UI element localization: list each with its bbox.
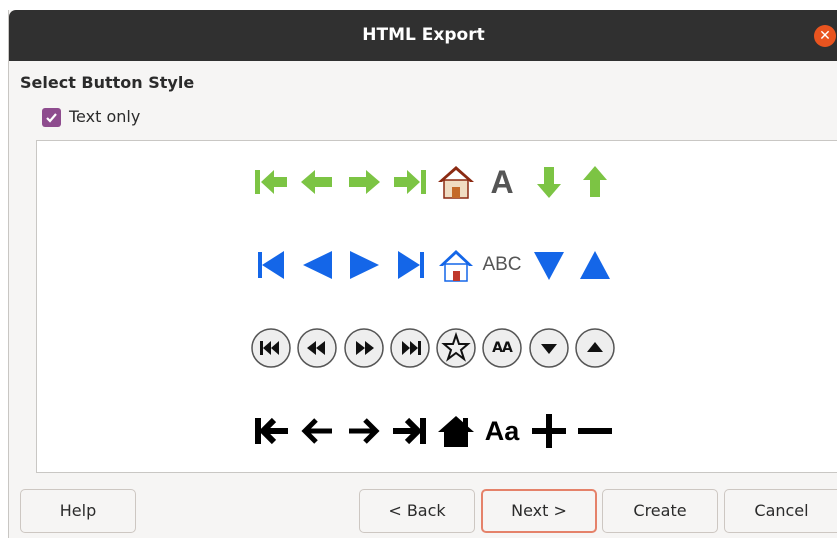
window-title: HTML Export xyxy=(362,25,485,45)
html-export-dialog: HTML Export ✕ Select Button Style Text o… xyxy=(8,10,837,538)
home-icon xyxy=(439,250,473,282)
first-page-icon xyxy=(255,417,288,445)
style-option-round-buttons[interactable]: AA xyxy=(250,327,630,369)
previous-page-icon xyxy=(301,418,332,444)
first-page-icon xyxy=(258,251,284,279)
close-button[interactable]: ✕ xyxy=(814,25,836,47)
text-icon: AA xyxy=(481,327,523,369)
style-option-black-arrows[interactable]: Aa xyxy=(250,410,630,452)
text-icon: ABC xyxy=(482,254,522,275)
next-page-icon xyxy=(349,170,380,194)
checkmark-icon xyxy=(46,113,57,123)
section-title: Select Button Style xyxy=(20,73,195,92)
next-button[interactable]: Next > xyxy=(481,489,597,533)
style-option-green-arrows[interactable]: A xyxy=(250,161,630,203)
title-bar[interactable]: HTML Export ✕ xyxy=(9,10,837,61)
previous-page-icon xyxy=(301,170,332,194)
home-icon xyxy=(438,416,474,447)
move-down-icon xyxy=(534,252,564,280)
text-icon: Aa xyxy=(484,416,520,446)
move-up-icon xyxy=(575,328,615,368)
help-button[interactable]: Help xyxy=(20,489,136,533)
move-up-icon xyxy=(583,166,607,197)
plus-icon xyxy=(532,414,566,448)
first-page-icon xyxy=(255,170,287,194)
move-down-icon xyxy=(537,167,561,198)
cancel-button[interactable]: Cancel xyxy=(724,489,837,533)
last-page-icon xyxy=(393,417,426,445)
minus-icon xyxy=(578,428,612,434)
close-icon: ✕ xyxy=(819,28,831,44)
previous-page-icon xyxy=(303,251,332,279)
home-icon xyxy=(438,166,474,199)
text-icon: A xyxy=(490,164,514,200)
text-only-checkbox[interactable] xyxy=(42,108,61,127)
move-down-icon xyxy=(529,328,569,368)
create-button[interactable]: Create xyxy=(602,489,718,533)
last-page-icon xyxy=(394,170,426,194)
last-page-icon xyxy=(390,328,430,368)
style-option-blue-triangles[interactable]: ABC xyxy=(250,244,630,286)
previous-page-icon xyxy=(297,328,337,368)
first-page-icon xyxy=(251,328,291,368)
text-only-label[interactable]: Text only xyxy=(69,107,140,126)
next-page-icon xyxy=(344,328,384,368)
move-up-icon xyxy=(580,251,610,279)
next-page-icon xyxy=(349,418,380,444)
back-button[interactable]: < Back xyxy=(359,489,475,533)
star-icon xyxy=(436,328,476,368)
last-page-icon xyxy=(398,251,424,279)
button-style-list: A ABC AA Aa xyxy=(36,140,837,473)
text-icon-glyph: AA xyxy=(492,340,513,356)
next-page-icon xyxy=(350,251,379,279)
